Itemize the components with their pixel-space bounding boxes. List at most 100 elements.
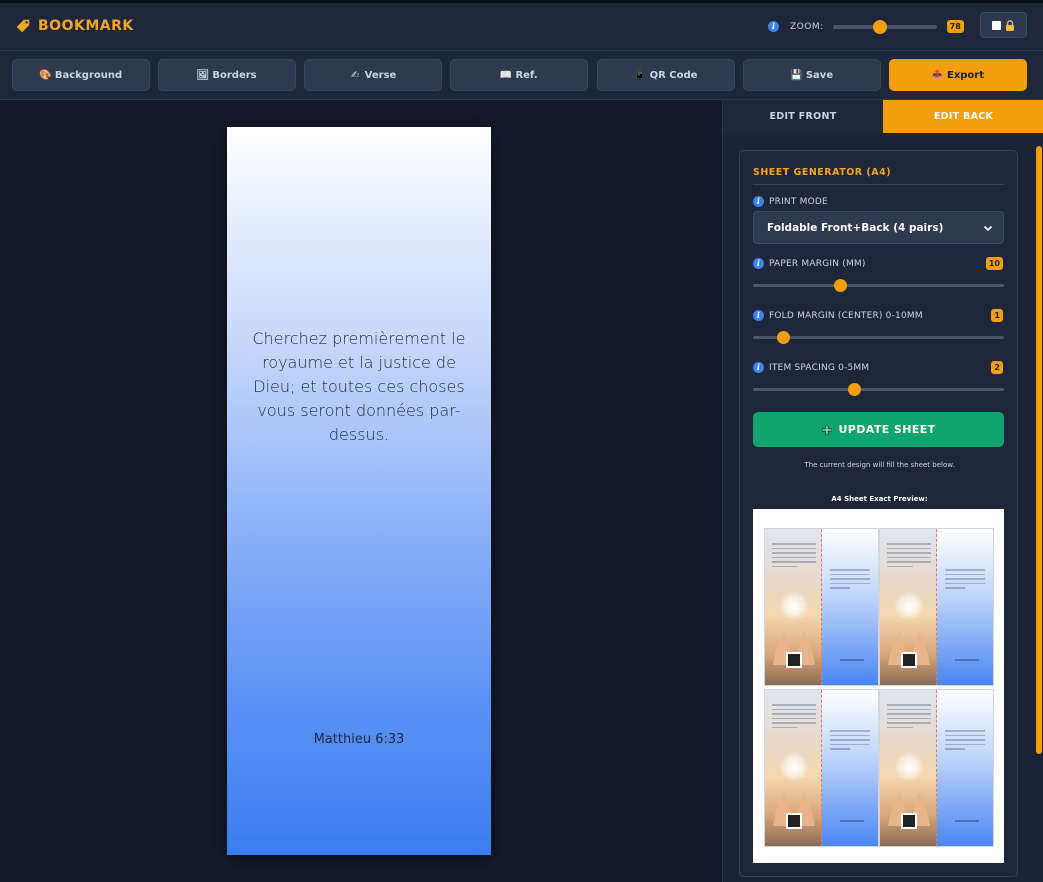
mini-line [772,722,816,724]
app-header: BOOKMARK i ZOOM: 78 [0,0,1043,51]
mini-reference-line [954,820,979,822]
mobile-phone-icon: 📱 [633,69,647,81]
bookmark-verse-text[interactable]: Cherchez premièrement le royaume et la j… [247,327,471,447]
edit-tabs: EDIT FRONT EDIT BACK [723,100,1043,133]
mini-line [944,578,985,580]
floppy-disk-icon: 💾 [790,69,803,81]
mini-verse-lines [772,704,816,731]
mini-line [887,717,931,719]
export-button[interactable]: 📤 Export [889,59,1027,91]
fold-margin-slider[interactable] [753,331,1004,344]
sheet-hint-text: The current design will fill the sheet b… [804,461,955,469]
tab-edit-back[interactable]: EDIT BACK [883,100,1043,133]
mini-line [829,739,870,741]
mini-line [887,556,931,558]
zoom-slider[interactable] [832,19,937,34]
mini-line [772,717,816,719]
background-button-label: Background [54,69,123,81]
lock-icon [1006,19,1014,31]
mini-line [887,722,931,724]
toolbar: 🎨 Background 🖼 Borders ✍ Verse 📖 Ref. 📱 … [0,51,1043,100]
bookmark-preview[interactable]: Cherchez premièrement le royaume et la j… [227,127,491,855]
mini-line [772,726,799,728]
sheet-pair-front [765,690,822,846]
panel-scrollbar[interactable] [1036,146,1042,754]
info-icon[interactable]: i [753,258,764,269]
mini-line [887,726,914,728]
mini-line [887,708,931,710]
mini-verse-lines [887,704,931,731]
fold-margin-label-row: i FOLD MARGIN (CENTER) 0-10MM [753,310,923,321]
tag-icon [16,19,30,33]
info-icon[interactable]: i [753,362,764,373]
mini-line [772,713,816,715]
book-icon: 📖 [499,69,513,81]
sheet-preview-label: A4 Sheet Exact Preview: [831,495,928,503]
reference-button[interactable]: 📖 Ref. [450,59,588,91]
zoom-slider-thumb[interactable] [873,19,888,34]
sheet-pair [879,689,994,847]
info-icon[interactable]: i [753,310,764,321]
paper-margin-label: PAPER MARGIN (MM) [769,258,866,269]
lock-toggle-button[interactable] [980,12,1027,38]
mini-line [829,582,870,584]
fold-margin-label: FOLD MARGIN (CENTER) 0-10MM [769,310,923,321]
settings-panel: EDIT FRONT EDIT BACK SHEET GENERATOR (A4… [722,100,1043,882]
reference-button-label: Ref. [515,69,538,81]
print-mode-select[interactable]: Foldable Front+Back (4 pairs) [753,211,1004,244]
mini-line [887,552,931,554]
palette-icon: 🎨 [39,69,52,81]
sheet-pair [879,528,994,686]
mini-line [887,543,931,545]
paper-margin-value-badge: 10 [985,257,1003,270]
mini-line [944,734,985,736]
print-mode-label-row: i PRINT MODE [753,196,828,207]
mini-line [944,573,985,575]
sheet-pair-back [821,690,878,846]
mini-line [772,552,816,554]
mini-line [944,743,985,745]
mini-verse-lines [944,730,985,753]
mini-line [829,734,870,736]
update-sheet-label: UPDATE SHEET [838,423,936,436]
sheet-pair-back [936,690,993,846]
item-spacing-value-badge: 2 [991,361,1003,374]
mini-line [772,547,816,549]
bookmark-reference-text[interactable]: Matthieu 6:33 [227,732,491,747]
plus-icon [822,424,833,435]
info-icon[interactable]: i [753,196,764,207]
mini-line [944,748,965,750]
sheet-pair-front [880,529,937,685]
item-spacing-slider[interactable] [753,383,1004,396]
sheet-generator-title: SHEET GENERATOR (A4) [753,167,892,178]
chevron-down-icon [983,225,993,232]
mini-line [944,739,985,741]
lock-checkbox[interactable] [992,20,1001,30]
sheet-pair [764,528,879,686]
background-button[interactable]: 🎨 Background [12,59,150,91]
qr-code-icon [901,652,917,668]
print-mode-value: Foldable Front+Back (4 pairs) [767,221,944,234]
a4-sheet-preview [753,509,1004,863]
mini-verse-lines [829,569,870,592]
update-sheet-button[interactable]: UPDATE SHEET [753,412,1004,447]
outbox-tray-icon: 📤 [931,69,944,81]
qr-code-icon [901,813,917,829]
verse-button[interactable]: ✍ Verse [304,59,442,91]
mini-line [829,743,870,745]
borders-button[interactable]: 🖼 Borders [158,59,296,91]
mini-line [829,748,850,750]
fold-margin-slider-thumb[interactable] [776,331,790,344]
qr-code-button[interactable]: 📱 QR Code [597,59,735,91]
tab-edit-front[interactable]: EDIT FRONT [723,100,883,133]
export-button-label: Export [946,69,985,81]
item-spacing-slider-thumb[interactable] [848,383,862,396]
mini-line [944,587,965,589]
sheet-pair-back [821,529,878,685]
qr-code-button-label: QR Code [649,69,698,81]
save-button[interactable]: 💾 Save [743,59,881,91]
mini-line [772,561,816,563]
paper-margin-slider[interactable] [753,279,1004,292]
paper-margin-slider-thumb[interactable] [833,279,847,292]
info-icon[interactable]: i [768,21,779,32]
